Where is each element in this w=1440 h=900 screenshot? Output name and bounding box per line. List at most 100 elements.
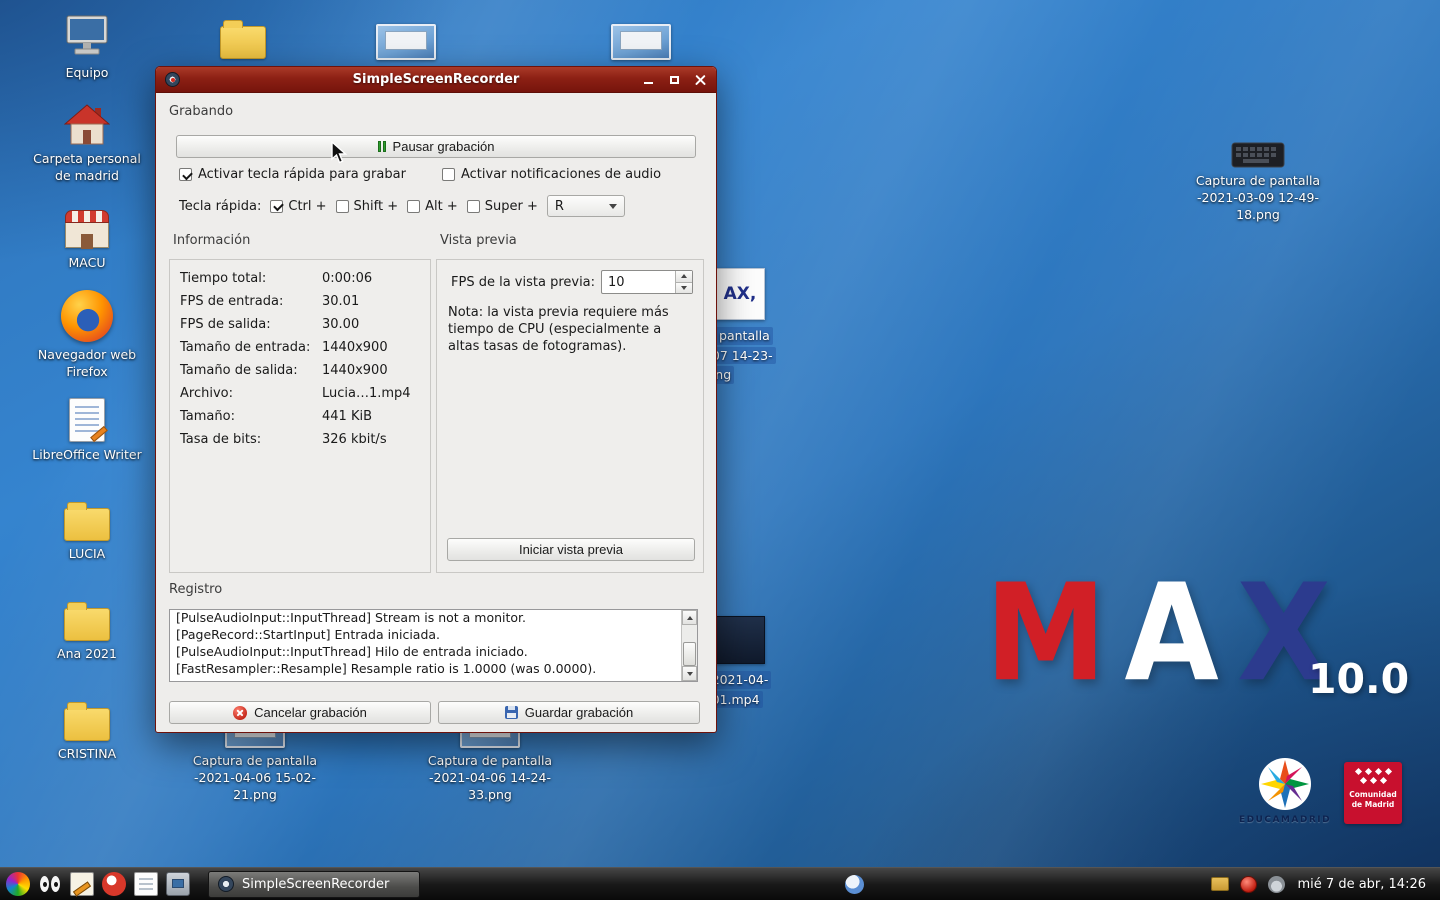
- max-letter-m: M: [985, 555, 1109, 712]
- info-label: Tasa de bits:: [180, 432, 262, 447]
- preview-fps-value: 10: [608, 274, 625, 290]
- educamadrid-label: EDUCAMADRID: [1238, 815, 1332, 825]
- desktop-icon-screenshot-top-2[interactable]: [585, 24, 697, 60]
- scrollbar-thumb[interactable]: [683, 642, 696, 666]
- educamadrid-logo: EDUCAMADRID: [1238, 756, 1332, 825]
- screenshot-thumbnail: AX,: [715, 268, 765, 320]
- folder-icon: [220, 20, 266, 59]
- pause-icon: [377, 141, 386, 152]
- desktop-icon-screenshot-top-1[interactable]: [350, 24, 462, 60]
- system-tray: mié 7 de abr, 14:26: [1210, 875, 1434, 893]
- taskbar-window-label: SimpleScreenRecorder: [242, 876, 390, 892]
- desktop-icon-macu[interactable]: MACU: [27, 206, 147, 272]
- log-scrollbar[interactable]: [681, 610, 697, 681]
- info-label: FPS de salida:: [180, 317, 271, 332]
- audio-notifications-group: Activar notificaciones de audio: [442, 167, 661, 182]
- information-box: Tiempo total: 0:00:06 FPS de entrada: 30.0…: [169, 259, 431, 573]
- shift-label: Shift +: [353, 198, 399, 214]
- hotkey-enable-group: Activar tecla rápida para grabar: [179, 167, 406, 182]
- files-icon[interactable]: [134, 872, 158, 896]
- window-title: SimpleScreenRecorder: [352, 72, 520, 87]
- desktop-icon-ana-2021[interactable]: Ana 2021: [27, 600, 147, 663]
- cancel-recording-button[interactable]: Cancelar grabación: [169, 701, 431, 724]
- desktop-icon-label: LUCIA: [68, 546, 106, 561]
- desktop-icon-screenshot-keyboard[interactable]: Captura de pantalla -2021-03-09 12-49-18…: [1188, 142, 1328, 224]
- info-label: Tamaño de salida:: [180, 363, 298, 378]
- scroll-up-icon[interactable]: [682, 610, 697, 625]
- minimize-button[interactable]: [641, 73, 655, 87]
- desktop-icon-label: LibreOffice Writer: [32, 447, 142, 462]
- hotkey-row-label: Tecla rápida:: [179, 198, 262, 214]
- educamadrid-star-icon: [1259, 758, 1311, 810]
- hotkey-enable-checkbox[interactable]: [179, 168, 192, 181]
- super-checkbox[interactable]: [466, 199, 480, 213]
- preview-note: Nota: la vista previa requiere más tiemp…: [448, 305, 669, 354]
- info-value: Lucia…1.mp4: [322, 386, 411, 401]
- pause-recording-button[interactable]: Pausar grabación: [176, 135, 696, 158]
- paint-icon[interactable]: [102, 872, 126, 896]
- taskbar-window-button[interactable]: SimpleScreenRecorder: [208, 870, 420, 898]
- alt-checkbox[interactable]: [407, 199, 421, 213]
- close-button[interactable]: [693, 73, 707, 87]
- alt-label: Alt +: [425, 198, 458, 214]
- desktop-icon-label: Captura de pantalla -2021-04-06 15-02-21…: [192, 753, 318, 802]
- desktop-icon-cristina[interactable]: CRISTINA: [27, 700, 147, 763]
- taskbar-clock[interactable]: mié 7 de abr, 14:26: [1296, 877, 1434, 892]
- video-thumbnail: [715, 616, 765, 664]
- info-value: 441 KiB: [322, 409, 373, 424]
- desktop-icon-label: Carpeta personal de madrid: [33, 151, 141, 183]
- save-recording-button[interactable]: Guardar grabación: [438, 701, 700, 724]
- cancel-icon: [233, 705, 248, 720]
- ctrl-checkbox[interactable]: [270, 199, 284, 213]
- start-preview-button[interactable]: Iniciar vista previa: [447, 538, 695, 561]
- screenshot-tool-icon[interactable]: [166, 872, 190, 896]
- comunidad-stars-row2: [1359, 776, 1387, 785]
- hotkey-key-select[interactable]: R: [546, 195, 625, 217]
- notes-icon[interactable]: [70, 872, 94, 896]
- screenshot-thumbnail: [611, 24, 671, 60]
- max-letter-a: A: [1124, 555, 1221, 712]
- scroll-down-icon[interactable]: [682, 666, 697, 681]
- tray-middle-icon[interactable]: [845, 875, 864, 894]
- menu-icon[interactable]: [6, 872, 30, 896]
- spin-down-icon[interactable]: [676, 282, 692, 293]
- save-icon: [504, 706, 518, 719]
- preview-group-title: Vista previa: [440, 233, 517, 248]
- desktop-icon-folder-top[interactable]: [198, 18, 288, 59]
- tray-app-icon[interactable]: [1267, 875, 1285, 893]
- audio-notifications-checkbox[interactable]: [442, 168, 455, 181]
- eyes-icon[interactable]: [38, 872, 62, 896]
- app-icon: [165, 72, 180, 87]
- hotkey-enable-label: Activar tecla rápida para grabar: [198, 167, 406, 182]
- pause-button-label: Pausar grabación: [392, 139, 495, 154]
- log-group-title: Registro: [169, 582, 223, 597]
- spin-up-icon[interactable]: [676, 271, 692, 283]
- desktop-icon-firefox[interactable]: Navegador web Firefox: [27, 290, 147, 381]
- shop-icon: [65, 210, 109, 250]
- desktop-icon-label: Captura de pantalla -2021-04-06 14-24-33…: [427, 753, 553, 802]
- desktop-icon-lucia[interactable]: LUCIA: [27, 500, 147, 563]
- info-label: FPS de entrada:: [180, 294, 284, 309]
- cancel-button-label: Cancelar grabación: [254, 705, 367, 720]
- tray-record-icon[interactable]: [1239, 875, 1257, 893]
- desktop-icon-carpeta-personal[interactable]: Carpeta personal de madrid: [27, 104, 147, 185]
- maximize-button[interactable]: [667, 73, 681, 87]
- desktop-icon-equipo[interactable]: Equipo: [27, 14, 147, 82]
- preview-fps-spinbox[interactable]: 10: [601, 270, 693, 294]
- info-value: 30.00: [322, 317, 360, 332]
- home-icon: [64, 104, 110, 145]
- keyboard-icon: [1231, 142, 1285, 168]
- max-version: 10.0: [1308, 655, 1410, 703]
- max-wallpaper-logo: M A X: [985, 566, 1333, 700]
- log-box[interactable]: [PulseAudioInput::InputThread] Stream is…: [169, 609, 698, 682]
- start-preview-label: Iniciar vista previa: [518, 542, 624, 557]
- info-label: Tamaño:: [180, 409, 235, 424]
- desktop-icon-libreoffice-writer[interactable]: LibreOffice Writer: [27, 398, 147, 464]
- info-value: 0:00:06: [322, 271, 373, 286]
- tray-folder-icon[interactable]: [1210, 877, 1229, 891]
- window-titlebar[interactable]: SimpleScreenRecorder: [156, 67, 716, 93]
- shift-checkbox[interactable]: [335, 199, 349, 213]
- recording-group-title: Grabando: [169, 104, 234, 119]
- log-line: [PulseAudioInput::InputThread] Hilo de e…: [176, 644, 528, 659]
- taskbar: SimpleScreenRecorder mié 7 de abr, 14:26: [0, 867, 1440, 900]
